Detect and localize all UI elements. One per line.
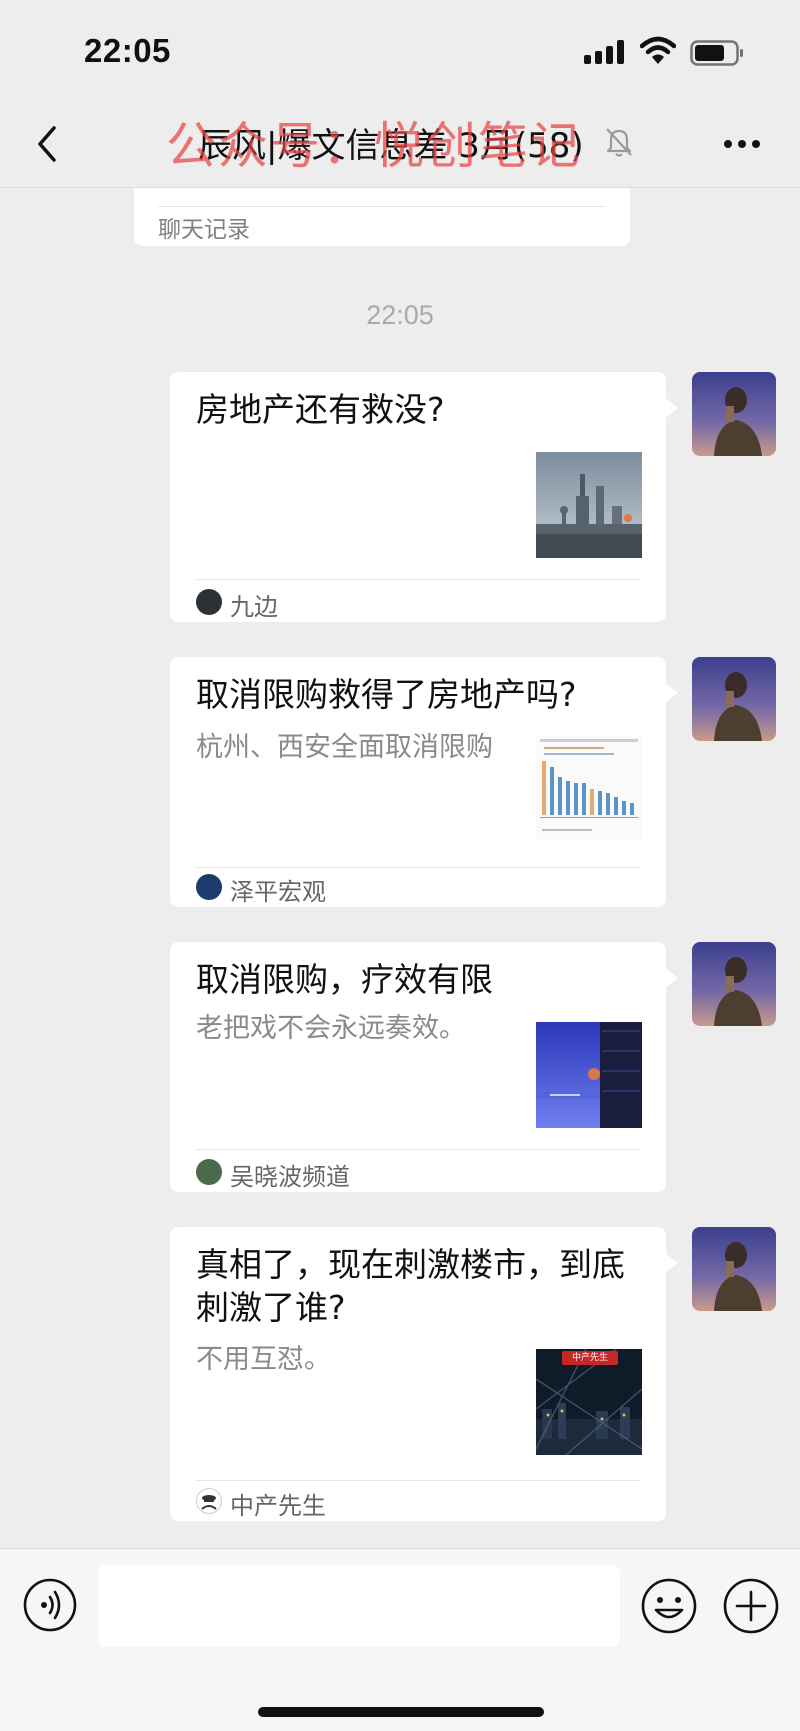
- watermark-text: 公众号：悦创笔记: [166, 117, 582, 175]
- article-thumbnail: 中产先生: [536, 1349, 642, 1455]
- wifi-icon: [640, 36, 676, 64]
- article-title: 取消限购救得了房地产吗?: [196, 675, 577, 714]
- article-title: 房地产还有救没?: [196, 390, 445, 429]
- chevron-left-icon[interactable]: [30, 122, 70, 166]
- article-thumbnail: [536, 735, 642, 841]
- message-timestamp: 22:05: [366, 300, 434, 330]
- source-divider: [196, 579, 640, 580]
- article-card[interactable]: 真相了，现在刺激楼市，到底刺激了谁? 不用互怼。 中产先生 中产先生: [170, 1227, 678, 1521]
- source-divider: [196, 867, 640, 868]
- status-bar: 22:05: [0, 0, 800, 100]
- article-thumbnail: [536, 1022, 642, 1128]
- article-title: 真相了，现在刺激楼市，到底刺激了谁?: [196, 1245, 625, 1327]
- chat-input-bar: [0, 1548, 800, 1731]
- article-description: 杭州、西安全面取消限购: [196, 732, 493, 763]
- home-indicator: [258, 1707, 544, 1717]
- source-avatar: [196, 874, 222, 900]
- source-name: 九边: [230, 593, 278, 621]
- message-input[interactable]: [98, 1565, 620, 1647]
- source-avatar: [196, 1488, 222, 1514]
- source-name: 吴晓波频道: [230, 1163, 350, 1191]
- article-description: 不用互怼。: [196, 1344, 331, 1375]
- article-description: 老把戏不会永远奏效。: [196, 1013, 466, 1044]
- card-divider: [158, 206, 606, 207]
- source-avatar: [196, 1159, 222, 1185]
- emoji-icon[interactable]: [640, 1577, 698, 1635]
- plus-icon[interactable]: [722, 1577, 780, 1635]
- article-card[interactable]: 房地产还有救没? 九边: [170, 372, 678, 622]
- source-divider: [196, 1480, 640, 1481]
- chat-history-card[interactable]: 聊天记录: [134, 188, 630, 246]
- cellular-signal-icon: [584, 40, 628, 64]
- article-thumbnail: [536, 452, 642, 558]
- source-avatar: [196, 589, 222, 615]
- chat-header: 辰风|爆文信息差 3月(58) 公众号：悦创笔记: [0, 100, 800, 188]
- bell-slash-icon: [606, 128, 632, 157]
- avatar[interactable]: [692, 372, 776, 456]
- status-time: 22:05: [84, 32, 171, 69]
- source-name: 中产先生: [230, 1492, 326, 1520]
- avatar[interactable]: [692, 1227, 776, 1311]
- thumbnail-badge-text: 中产先生: [571, 1353, 608, 1363]
- article-card[interactable]: 取消限购，疗效有限 老把戏不会永远奏效。 吴晓波频道: [170, 942, 678, 1192]
- article-card[interactable]: 取消限购救得了房地产吗? 杭州、西安全面取消限购 泽平宏观: [170, 657, 678, 907]
- more-dots-icon[interactable]: [720, 124, 764, 164]
- voice-icon[interactable]: [22, 1577, 78, 1633]
- article-title: 取消限购，疗效有限: [196, 960, 493, 999]
- avatar[interactable]: [692, 942, 776, 1026]
- avatar[interactable]: [692, 657, 776, 741]
- chat-history-label: 聊天记录: [158, 217, 250, 243]
- battery-icon: [690, 40, 743, 66]
- source-name: 泽平宏观: [230, 878, 326, 906]
- source-divider: [196, 1149, 640, 1150]
